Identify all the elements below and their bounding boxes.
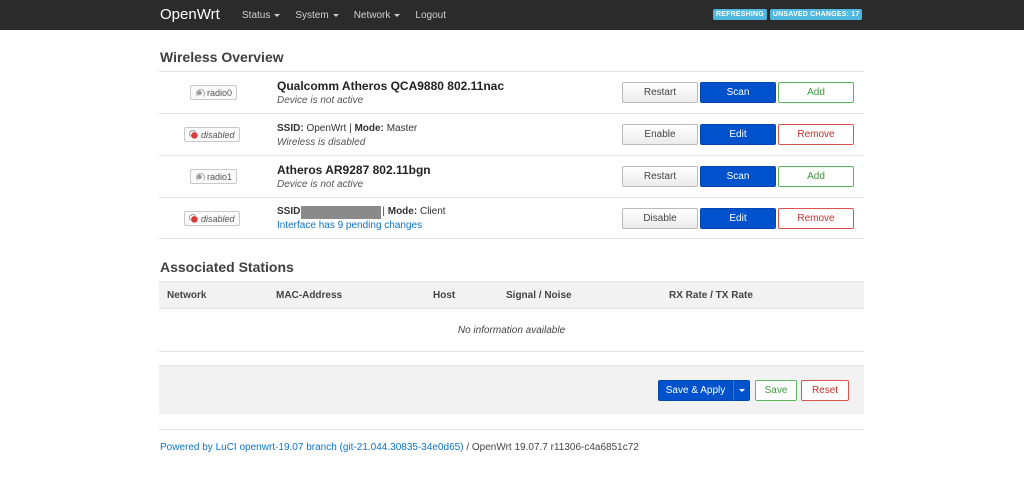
network-info: SSID: OpenWrt | Mode: Master Wireless is… [277, 122, 417, 150]
refreshing-indicator[interactable]: REFRESHING [713, 9, 767, 20]
nav-network[interactable]: Network [354, 10, 401, 21]
top-navbar: OpenWrt Status System Network Logout REF… [0, 0, 1024, 30]
page-actions-bar: Save & Apply Save Reset [159, 365, 864, 414]
footer: Powered by LuCI openwrt-19.07 branch (gi… [160, 442, 639, 453]
mode-value: Master [386, 123, 418, 134]
row-buttons: Restart Scan Add [622, 166, 856, 187]
wireless-device-row: radio0 Qualcomm Atheros QCA9880 802.11na… [159, 71, 864, 113]
chevron-down-icon [274, 13, 281, 17]
wireless-overview-heading: Wireless Overview [160, 49, 284, 65]
unsaved-changes-indicator[interactable]: UNSAVED CHANGES: 17 [769, 9, 863, 20]
radio-badge-label: radio0 [207, 87, 233, 98]
device-info: Qualcomm Atheros QCA9880 802.11nac Devic… [277, 79, 504, 108]
edit-button[interactable]: Edit [700, 124, 776, 145]
nav-logout-label: Logout [415, 9, 446, 21]
restart-button[interactable]: Restart [622, 82, 698, 103]
radio-icon [195, 172, 205, 182]
remove-button[interactable]: Remove [778, 208, 854, 229]
associated-stations-heading: Associated Stations [160, 259, 294, 275]
nav-status-label: Status [242, 9, 271, 21]
radio-badge: radio1 [190, 169, 238, 184]
stations-empty-row: No information available [159, 309, 864, 352]
chevron-down-icon [394, 13, 401, 17]
nav-system[interactable]: System [295, 9, 339, 21]
device-name: Atheros AR9287 802.11bgn [277, 163, 431, 177]
nav-logout[interactable]: Logout [415, 10, 446, 21]
wireless-network-row: disabled SSID: OpenWrt | Mode: Master Wi… [159, 113, 864, 155]
ssid-label: SSID: [277, 123, 304, 134]
col-rx-tx-rate: RX Rate / TX Rate [669, 290, 753, 301]
network-info: SSID | Mode: Client Interface has 9 pendi… [277, 205, 446, 233]
footer-version: / OpenWrt 19.07.7 r11306-c4a6851c72 [463, 442, 639, 453]
device-status: Device is not active [277, 95, 364, 106]
scan-button[interactable]: Scan [700, 82, 776, 103]
mode-label: Mode: [387, 206, 418, 217]
nav-system-label: System [295, 9, 329, 21]
main-nav: Status System Network Logout [242, 0, 461, 30]
redacted-ssid [301, 205, 382, 219]
radio-icon [195, 88, 205, 98]
no-information-text: No information available [457, 325, 566, 336]
chevron-down-icon [738, 389, 745, 392]
restart-button[interactable]: Restart [622, 166, 698, 187]
device-status: Device is not active [277, 179, 364, 190]
col-mac-address: MAC-Address [276, 290, 343, 301]
luci-link[interactable]: Powered by LuCI openwrt-19.07 branch (gi… [160, 442, 464, 453]
ssid-value: OpenWrt [306, 123, 347, 134]
network-ssid-mode: SSID: OpenWrt | Mode: Master [277, 123, 418, 134]
footer-divider [159, 429, 864, 430]
nav-network-label: Network [353, 9, 391, 21]
radio-badge: radio0 [190, 85, 238, 100]
device-name: Qualcomm Atheros QCA9880 802.11nac [277, 79, 504, 93]
radio-badge-label: radio1 [207, 171, 233, 182]
disabled-icon [189, 130, 198, 139]
disabled-badge-label: disabled [201, 213, 235, 224]
add-button[interactable]: Add [778, 166, 854, 187]
save-apply-group: Save & Apply [658, 380, 750, 401]
wireless-device-row: radio1 Atheros AR9287 802.11bgn Device i… [159, 155, 864, 197]
ssid-label: SSID [277, 206, 301, 217]
row-buttons: Disable Edit Remove [622, 208, 856, 229]
remove-button[interactable]: Remove [778, 124, 854, 145]
disabled-badge: disabled [184, 211, 240, 226]
reset-button[interactable]: Reset [801, 380, 849, 401]
wireless-network-row: disabled SSID | Mode: Client Interface ha… [159, 197, 864, 239]
chevron-down-icon [332, 13, 339, 17]
device-info: Atheros AR9287 802.11bgn Device is not a… [277, 163, 431, 192]
col-signal-noise: Signal / Noise [506, 290, 572, 301]
network-status: Wireless is disabled [277, 137, 366, 148]
wireless-table: radio0 Qualcomm Atheros QCA9880 802.11na… [159, 71, 864, 239]
row-buttons: Restart Scan Add [622, 82, 856, 103]
save-apply-button[interactable]: Save & Apply [658, 380, 733, 401]
stations-table-header: Network MAC-Address Host Signal / Noise … [159, 281, 864, 309]
mode-label: Mode: [354, 123, 384, 134]
network-ssid-mode: SSID | Mode: Client [277, 205, 446, 219]
scan-button[interactable]: Scan [700, 166, 776, 187]
save-button[interactable]: Save [755, 380, 797, 401]
disabled-badge: disabled [184, 127, 240, 142]
nav-status[interactable]: Status [242, 9, 281, 21]
brand-logo[interactable]: OpenWrt [160, 6, 220, 23]
add-button[interactable]: Add [778, 82, 854, 103]
disabled-icon [189, 214, 198, 223]
stations-table: Network MAC-Address Host Signal / Noise … [159, 281, 864, 352]
mode-value: Client [419, 206, 446, 217]
edit-button[interactable]: Edit [700, 208, 776, 229]
col-network: Network [167, 290, 207, 301]
save-apply-dropdown-toggle[interactable] [733, 380, 750, 401]
disable-button[interactable]: Disable [622, 208, 698, 229]
pending-changes-link[interactable]: Interface has 9 pending changes [277, 219, 446, 233]
enable-button[interactable]: Enable [622, 124, 698, 145]
disabled-badge-label: disabled [201, 129, 235, 140]
col-host: Host [433, 290, 456, 301]
status-indicators: REFRESHING UNSAVED CHANGES: 17 [713, 9, 865, 20]
row-buttons: Enable Edit Remove [622, 124, 856, 145]
